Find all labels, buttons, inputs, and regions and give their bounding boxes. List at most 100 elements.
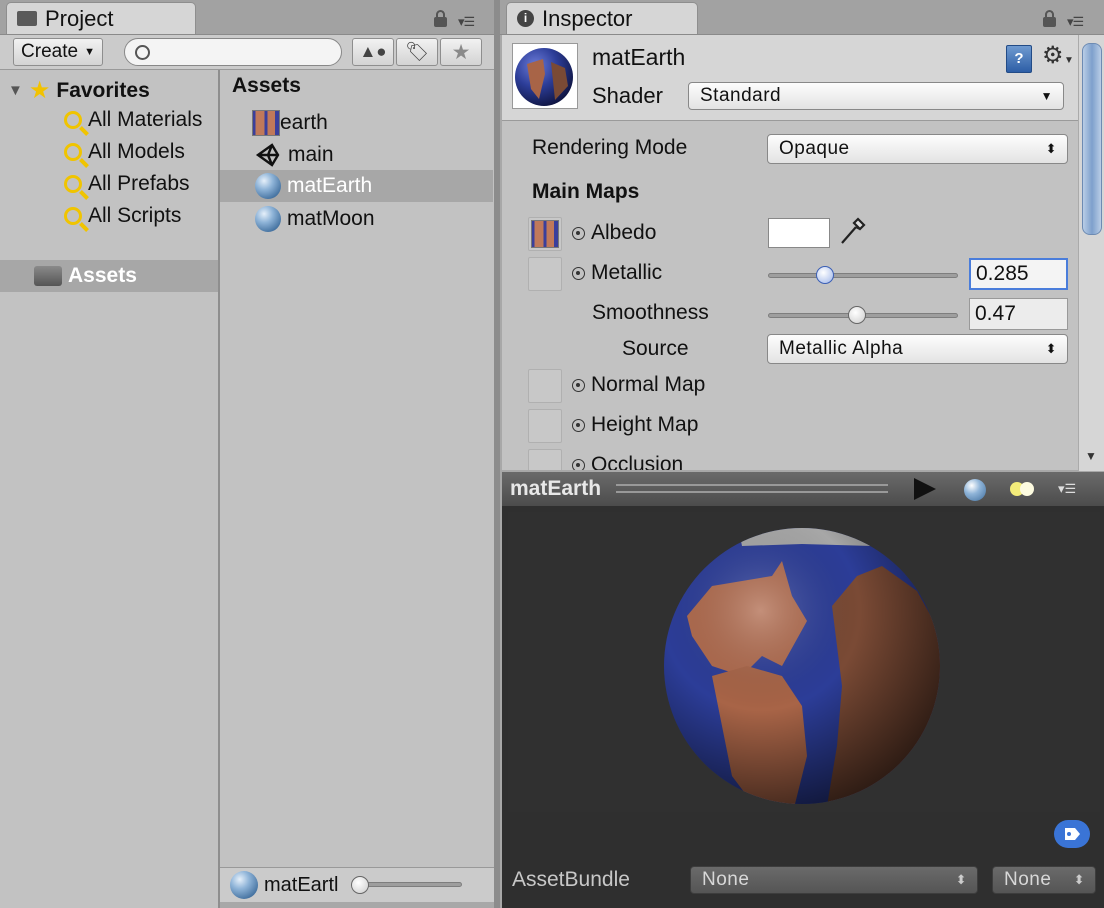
material-preview[interactable]: AssetBundle None ⬍ None ⬍ xyxy=(502,506,1104,908)
occlusion-row: Occlusion xyxy=(572,453,683,470)
chevron-down-icon: ▼ xyxy=(1064,55,1074,66)
search-input[interactable] xyxy=(124,38,342,66)
help-icon[interactable]: ? xyxy=(1006,45,1032,73)
chevron-down-icon: ▼ xyxy=(1040,89,1053,103)
search-filter-icon xyxy=(64,207,82,225)
favorite-item-label: All Materials xyxy=(88,108,203,131)
resize-grip[interactable] xyxy=(616,484,888,493)
smoothness-slider-handle[interactable] xyxy=(848,306,866,324)
assets-folder-row[interactable]: Assets xyxy=(0,260,218,292)
assetbundle-variant-value: None xyxy=(1004,869,1052,890)
scrollbar-thumb[interactable] xyxy=(1082,43,1102,235)
asset-item-earth[interactable]: earth xyxy=(252,110,328,136)
albedo-row: Albedo xyxy=(572,221,656,245)
asset-item-matEarth[interactable]: matEarth xyxy=(220,170,493,202)
source-dropdown[interactable]: Metallic Alpha ⬍ xyxy=(767,334,1068,364)
material-header: matEarth Shader Standard ▼ ? ⚙ ▼ xyxy=(502,35,1080,121)
assetbundle-value: None xyxy=(702,869,750,890)
normal-map-texture-slot[interactable] xyxy=(528,369,562,403)
filter-by-type-button[interactable]: ▲● xyxy=(352,38,394,66)
shader-value: Standard xyxy=(700,85,782,106)
albedo-color-swatch[interactable] xyxy=(768,218,830,248)
lock-icon[interactable] xyxy=(1043,10,1056,27)
favorite-item-materials[interactable]: All Materials xyxy=(64,108,202,132)
gear-icon[interactable]: ⚙ xyxy=(1042,41,1064,70)
lock-icon[interactable] xyxy=(434,10,447,27)
asset-item-main[interactable]: main xyxy=(254,142,334,168)
favorite-item-scripts[interactable]: All Scripts xyxy=(64,204,181,228)
shader-dropdown[interactable]: Standard ▼ xyxy=(688,82,1064,110)
create-button-label: Create xyxy=(21,41,79,62)
star-icon: ★ xyxy=(28,77,51,104)
earth-sphere-preview xyxy=(664,528,940,804)
panel-menu-icon[interactable]: ▾☰ xyxy=(458,14,475,30)
assetbundle-dropdown[interactable]: None ⬍ xyxy=(690,866,978,894)
metallic-slider-handle[interactable] xyxy=(816,266,834,284)
tab-project[interactable]: Project xyxy=(6,2,196,34)
filter-by-label-button[interactable]: 🏷 xyxy=(396,38,438,66)
inspector-tabstrip: i Inspector ▾☰ xyxy=(500,0,1104,35)
triangle-down-icon: ▼ xyxy=(8,82,23,99)
normal-map-label: Normal Map xyxy=(591,373,706,396)
metallic-value-field[interactable]: 0.285 xyxy=(969,258,1068,290)
tag-icon[interactable] xyxy=(1054,820,1090,848)
smoothness-label: Smoothness xyxy=(592,301,709,324)
info-icon: i xyxy=(517,10,534,27)
search-icon xyxy=(135,45,150,60)
height-map-texture-slot[interactable] xyxy=(528,409,562,443)
height-map-row: Height Map xyxy=(572,413,698,437)
object-picker-icon[interactable] xyxy=(572,378,585,392)
occlusion-texture-slot[interactable] xyxy=(528,449,562,470)
assets-folder-label: Assets xyxy=(68,264,137,287)
asset-item-label: matEarth xyxy=(287,174,373,197)
preview-toolbar: matEarth ▾☰ xyxy=(502,472,1104,507)
assets-header: Assets xyxy=(232,74,301,97)
object-picker-icon[interactable] xyxy=(572,458,585,470)
tab-inspector[interactable]: i Inspector xyxy=(506,2,698,34)
material-icon xyxy=(255,173,281,199)
metallic-texture-slot[interactable] xyxy=(528,257,562,291)
smoothness-value-field[interactable]: 0.47 xyxy=(969,298,1068,330)
panel-menu-icon[interactable]: ▾☰ xyxy=(1067,14,1084,30)
play-icon[interactable] xyxy=(910,476,938,502)
panel-menu-icon[interactable]: ▾☰ xyxy=(1058,481,1076,497)
favorites-label: Favorites xyxy=(56,78,150,102)
favorite-item-label: All Models xyxy=(88,140,185,163)
preview-mesh-icon[interactable] xyxy=(964,479,986,501)
favorites-row[interactable]: ▼ ★ Favorites xyxy=(8,76,150,105)
albedo-label: Albedo xyxy=(591,221,657,244)
favorite-item-models[interactable]: All Models xyxy=(64,140,185,164)
create-button[interactable]: Create ▼ xyxy=(13,38,103,66)
up-down-arrows-icon: ⬍ xyxy=(1045,341,1057,356)
texture-icon xyxy=(531,220,559,248)
eyedropper-icon[interactable] xyxy=(838,215,868,254)
favorites-button[interactable]: ★ xyxy=(440,38,482,66)
material-thumbnail xyxy=(512,43,578,109)
panel-splitter[interactable] xyxy=(494,0,500,908)
rendering-mode-dropdown[interactable]: Opaque ⬍ xyxy=(767,134,1068,164)
object-picker-icon[interactable] xyxy=(572,418,585,432)
icon-size-slider-handle[interactable] xyxy=(351,876,369,894)
folder-icon xyxy=(17,11,37,26)
assetbundle-variant-dropdown[interactable]: None ⬍ xyxy=(992,866,1096,894)
material-name: matEarth xyxy=(592,44,686,70)
metallic-slider-track[interactable] xyxy=(768,273,958,278)
object-picker-icon[interactable] xyxy=(572,226,585,240)
favorite-item-prefabs[interactable]: All Prefabs xyxy=(64,172,190,196)
scroll-down-arrow-icon[interactable]: ▼ xyxy=(1085,449,1097,463)
albedo-texture-slot[interactable] xyxy=(528,217,562,251)
project-folder-tree: ▼ ★ Favorites All Materials All Models A… xyxy=(0,70,218,908)
favorite-item-label: All Prefabs xyxy=(88,172,190,195)
chevron-down-icon: ▼ xyxy=(84,46,95,58)
shader-label: Shader xyxy=(592,83,663,108)
object-picker-icon[interactable] xyxy=(572,266,585,280)
preview-lights-icon[interactable] xyxy=(1008,480,1038,498)
up-down-arrows-icon: ⬍ xyxy=(955,872,967,887)
metallic-row: Metallic xyxy=(572,261,662,285)
inspector-scrollbar[interactable]: ▼ xyxy=(1078,35,1104,471)
main-maps-heading: Main Maps xyxy=(532,180,640,203)
tag-icon: 🏷 xyxy=(404,42,430,63)
project-tabstrip: Project ▾☰ xyxy=(0,0,497,35)
shapes-icon: ▲● xyxy=(359,42,387,61)
asset-item-matMoon[interactable]: matMoon xyxy=(255,206,375,232)
